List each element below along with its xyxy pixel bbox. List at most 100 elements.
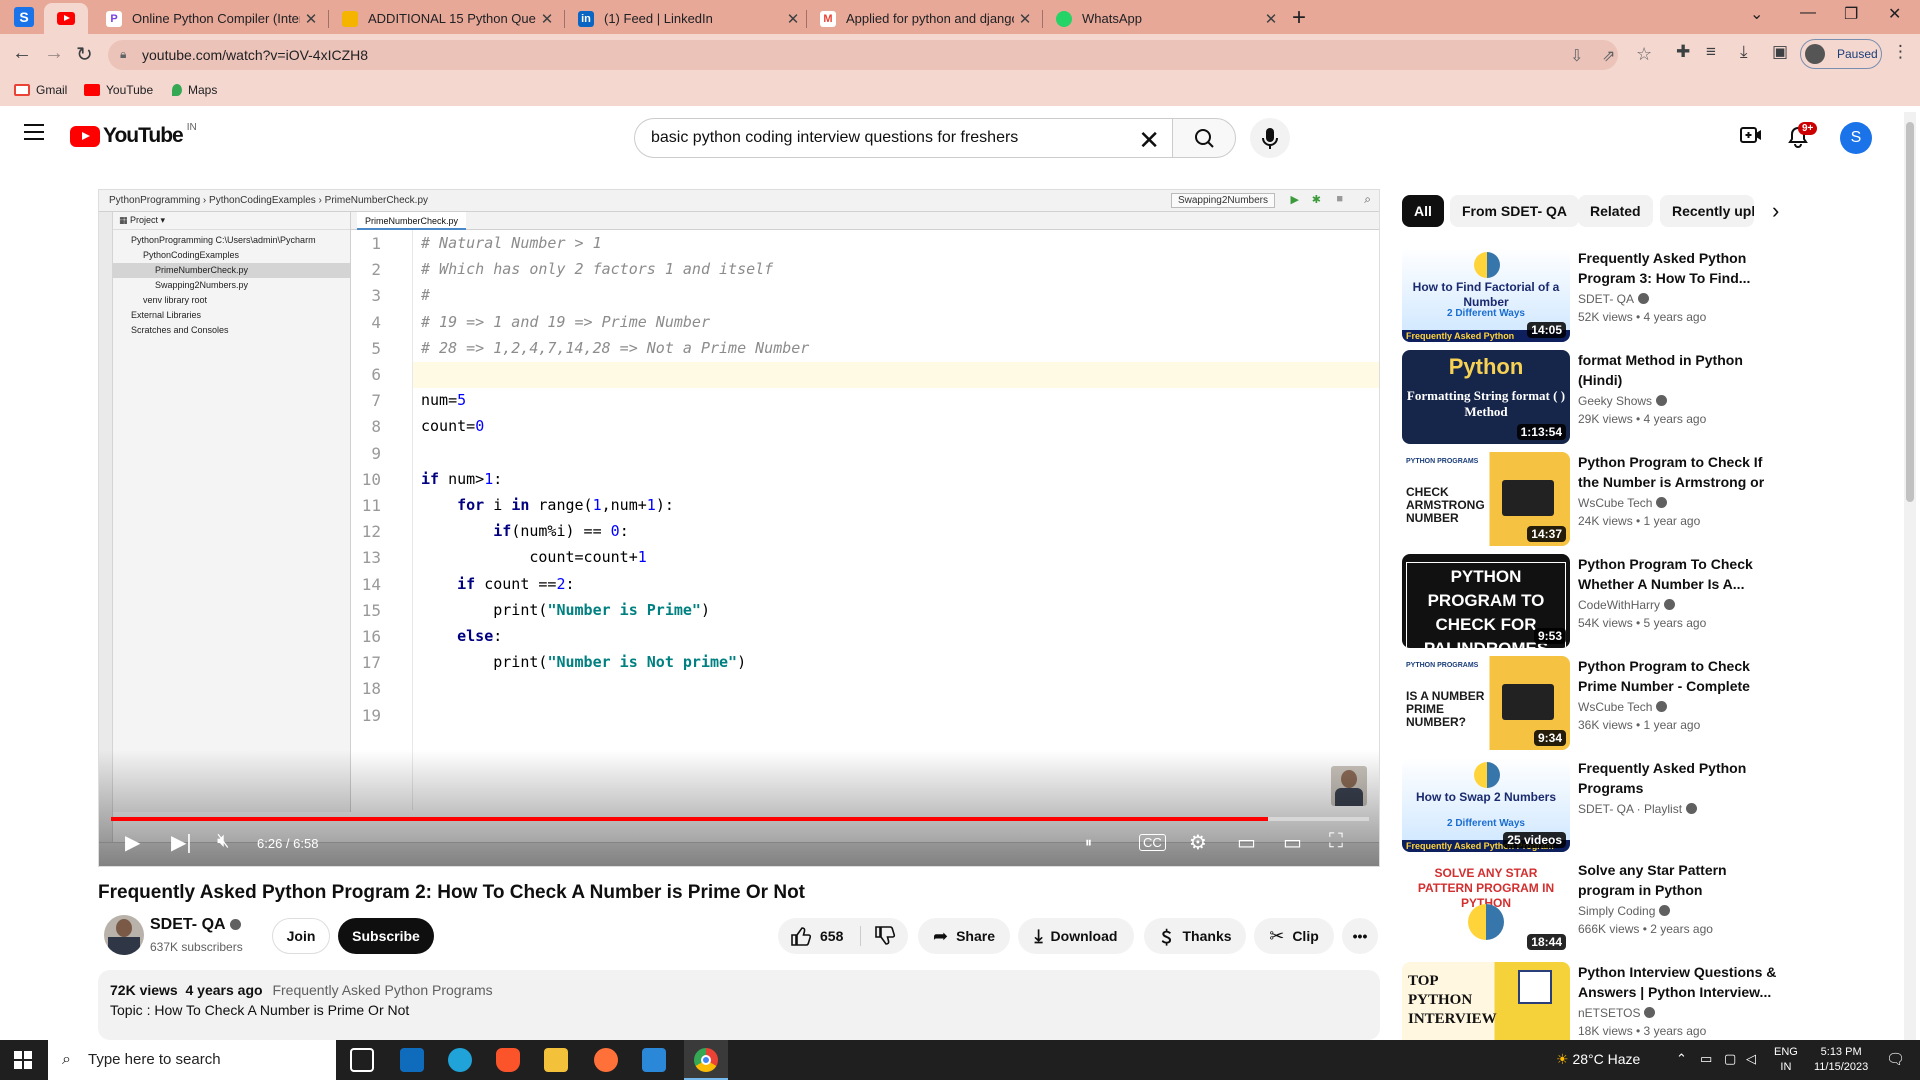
forward-arrow-icon[interactable]: → <box>44 42 64 65</box>
recommendation-title[interactable]: Solve any Star Pattern program in Python <box>1578 860 1782 900</box>
recommendation-channel[interactable]: nETSETOS <box>1578 1006 1656 1020</box>
recommendation-item[interactable]: PYTHON PROGRAMS IS A NUMBER PRIME NUMBER?… <box>1402 656 1782 750</box>
tab-youtube-active[interactable] <box>44 3 88 34</box>
download-button[interactable]: ⤓ Download <box>1018 918 1134 954</box>
input-language[interactable]: ENG IN <box>1774 1045 1798 1075</box>
brave-browser-icon[interactable] <box>496 1048 520 1072</box>
page-scrollbar[interactable] <box>1904 112 1916 1042</box>
next-video-icon[interactable]: ▶| <box>171 830 192 855</box>
dislike-button[interactable] <box>874 926 896 949</box>
close-icon[interactable]: ✕ <box>782 10 804 28</box>
subtitles-cc-icon[interactable]: CC <box>1139 834 1166 851</box>
close-icon[interactable]: ✕ <box>1260 10 1282 28</box>
thanks-button[interactable]: ＄ Thanks <box>1144 918 1246 954</box>
bookmark-gmail[interactable]: Gmail <box>14 83 67 97</box>
recommendation-item[interactable]: How to Find Factorial of a Number 2 Diffe… <box>1402 248 1782 342</box>
settings-gear-icon[interactable]: ⚙ <box>1189 830 1207 855</box>
video-thumbnail[interactable]: PYTHON PROGRAMS IS A NUMBER PRIME NUMBER?… <box>1402 656 1570 750</box>
recommendation-title[interactable]: Python Program to Check If the Number is… <box>1578 452 1782 492</box>
chips-next-chevron-icon[interactable]: › <box>1772 198 1779 224</box>
file-explorer-icon[interactable] <box>544 1048 568 1072</box>
progress-bar[interactable] <box>111 817 1369 821</box>
close-icon[interactable]: ✕ <box>536 10 558 28</box>
chip-all[interactable]: All <box>1402 195 1444 227</box>
join-button[interactable]: Join <box>272 918 330 954</box>
firefox-icon[interactable] <box>594 1048 618 1072</box>
youtube-logo[interactable]: YouTube IN <box>70 122 197 148</box>
extensions-puzzle-icon[interactable]: ✚ <box>1676 42 1690 62</box>
tab-whatsapp[interactable]: WhatsApp ✕ <box>1046 3 1282 34</box>
browser-menu-icon[interactable]: ⋮ <box>1892 42 1909 62</box>
video-thumbnail[interactable]: How to Swap 2 Numbers 2 Different Ways Fre… <box>1402 758 1570 852</box>
more-actions-button[interactable]: ••• <box>1342 918 1378 954</box>
scrollbar-thumb[interactable] <box>1906 122 1914 502</box>
system-clock[interactable]: 5:13 PM 11/15/2023 <box>1814 1045 1868 1075</box>
channel-name[interactable]: SDET- QA <box>150 916 241 934</box>
share-page-icon[interactable]: ⇗ <box>1602 46 1615 66</box>
side-panel-icon[interactable]: ▣ <box>1772 42 1788 62</box>
recommendation-item[interactable]: SOLVE ANY STAR PATTERN PROGRAM IN PYTHON… <box>1402 860 1782 954</box>
maximize-icon[interactable]: ❐ <box>1844 4 1858 24</box>
play-icon[interactable]: ▶ <box>125 830 140 855</box>
chip-recently-uploaded[interactable]: Recently upl <box>1660 195 1754 227</box>
taskbar-search-box[interactable]: ⌕ Type here to search <box>48 1040 336 1080</box>
clear-search-icon[interactable]: ✕ <box>1138 125 1160 156</box>
recommendation-title[interactable]: Python Interview Questions & Answers | P… <box>1578 962 1782 1002</box>
back-arrow-icon[interactable]: ← <box>12 42 32 65</box>
new-tab-icon[interactable]: + <box>1292 4 1306 32</box>
lock-icon[interactable]: 🔒︎ <box>120 47 126 62</box>
install-app-icon[interactable]: ⇩ <box>1570 46 1583 66</box>
recommendation-title[interactable]: Frequently Asked Python Program 3: How T… <box>1578 248 1782 288</box>
tab-gmail[interactable]: M Applied for python and django ✕ <box>810 3 1036 34</box>
recommendation-channel[interactable]: WsCube Tech <box>1578 700 1668 714</box>
theater-mode-icon[interactable]: ▭ <box>1283 830 1302 855</box>
video-thumbnail[interactable]: Python Formatting String format ( ) Metho… <box>1402 350 1570 444</box>
media-queue-icon[interactable]: ≡ <box>1706 42 1716 62</box>
windows-start-icon[interactable] <box>14 1051 32 1069</box>
recommendation-title[interactable]: format Method in Python (Hindi) <box>1578 350 1782 390</box>
playlist-link[interactable]: Frequently Asked Python Programs <box>272 982 492 998</box>
like-button[interactable]: 658 <box>790 926 843 946</box>
recommendation-item[interactable]: How to Swap 2 Numbers 2 Different Ways Fre… <box>1402 758 1782 852</box>
tab-search-chevron-icon[interactable]: ⌄ <box>1750 4 1763 24</box>
tray-chevron-icon[interactable]: ⌃ <box>1676 1051 1687 1067</box>
video-thumbnail[interactable]: How to Find Factorial of a Number 2 Diffe… <box>1402 248 1570 342</box>
subscribe-button[interactable]: Subscribe <box>338 918 434 954</box>
chip-from-channel[interactable]: From SDET- QA <box>1450 195 1580 227</box>
description-box[interactable]: 72K views 4 years ago Frequently Asked P… <box>98 970 1380 1040</box>
recommendation-title[interactable]: Python Program to Check Prime Number - C… <box>1578 656 1782 696</box>
microsoft-store-icon[interactable] <box>642 1048 666 1072</box>
recommendation-channel[interactable]: Simply Coding <box>1578 904 1671 918</box>
bookmark-star-icon[interactable]: ☆ <box>1636 44 1652 65</box>
recommendation-title[interactable]: Python Program To Check Whether A Number… <box>1578 554 1782 594</box>
recommendation-item[interactable]: Python Formatting String format ( ) Metho… <box>1402 350 1782 444</box>
edge-browser-icon[interactable] <box>448 1048 472 1072</box>
video-thumbnail[interactable]: SOLVE ANY STAR PATTERN PROGRAM IN PYTHON… <box>1402 860 1570 954</box>
address-bar[interactable]: 🔒︎ youtube.com/watch?v=iOV-4xICZH8 ⇩ ⇗ ☆ <box>108 40 1652 70</box>
bookmark-maps[interactable]: Maps <box>172 83 217 97</box>
bookmark-youtube[interactable]: YouTube <box>84 83 153 97</box>
network-icon[interactable]: ▭ <box>1700 1051 1712 1067</box>
recommendation-item[interactable]: PYTHON PROGRAMS CHECK ARMSTRONG NUMBER 14:… <box>1402 452 1782 546</box>
menu-hamburger-icon[interactable] <box>24 124 44 140</box>
window-close-icon[interactable]: ✕ <box>1888 4 1901 24</box>
search-button[interactable] <box>1172 118 1236 158</box>
mail-app-icon[interactable] <box>400 1048 424 1072</box>
display-icon[interactable]: ▢ <box>1724 1051 1736 1067</box>
share-button[interactable]: ➦ Share <box>918 918 1010 954</box>
recommendation-channel[interactable]: SDET- QA <box>1578 292 1650 306</box>
close-icon[interactable]: ✕ <box>1014 10 1036 28</box>
autoplay-toggle[interactable]: ⏸ <box>1085 834 1092 851</box>
close-icon[interactable]: ✕ <box>300 10 322 28</box>
speaker-icon[interactable]: ◁ <box>1746 1051 1756 1067</box>
task-view-icon[interactable] <box>350 1048 374 1072</box>
clip-button[interactable]: ✂ Clip <box>1254 918 1334 954</box>
video-player[interactable]: PythonProgramming › PythonCodingExamples… <box>98 189 1380 867</box>
notifications-icon[interactable]: 🗨︎ <box>1886 1050 1905 1068</box>
recommendation-title[interactable]: Frequently Asked Python Programs <box>1578 758 1782 798</box>
video-thumbnail[interactable]: PYTHON PROGRAMS CHECK ARMSTRONG NUMBER 14:… <box>1402 452 1570 546</box>
account-avatar[interactable]: S <box>1840 122 1872 154</box>
recommendation-channel[interactable]: WsCube Tech <box>1578 496 1668 510</box>
create-video-icon[interactable] <box>1740 126 1762 150</box>
minimize-icon[interactable]: — <box>1800 4 1816 22</box>
